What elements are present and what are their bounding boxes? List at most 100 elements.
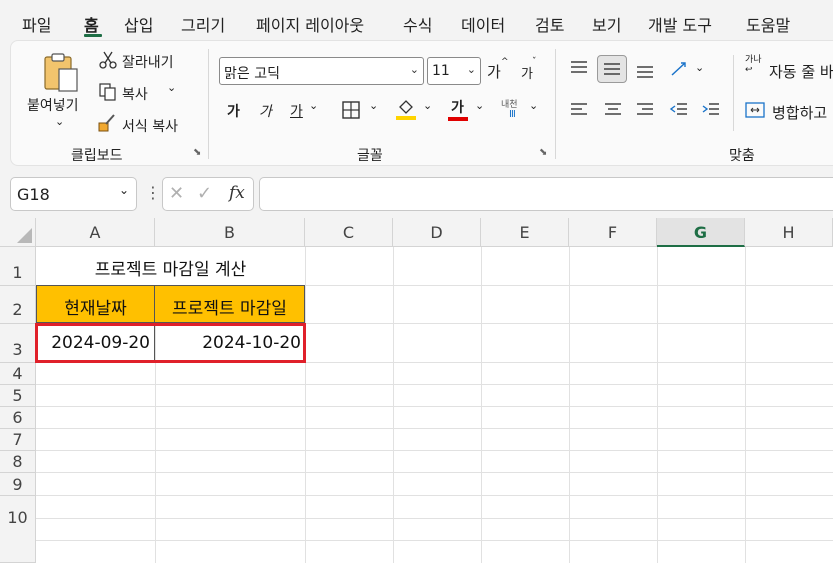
row-header-3[interactable]: 3 xyxy=(0,324,36,363)
column-header-h[interactable]: H xyxy=(745,218,833,247)
italic-button[interactable]: 가 xyxy=(259,101,272,121)
font-name-dropdown[interactable]: 맑은 고딕 ⌄ xyxy=(219,57,424,85)
align-left-icon[interactable] xyxy=(569,101,589,119)
wrap-text-icon[interactable]: 가나 ↩ xyxy=(745,55,762,75)
separator xyxy=(733,55,734,131)
clipboard-group-label: 클립보드 xyxy=(71,148,123,164)
header-project-deadline: 프로젝트 마감일 xyxy=(172,299,287,319)
font-size-value: 11 xyxy=(432,63,450,79)
insert-function-button[interactable]: fx xyxy=(229,183,245,203)
format-painter-button[interactable]: 서식 복사 xyxy=(122,116,178,136)
name-box[interactable]: G18 ⌄ xyxy=(10,177,137,211)
row-header-6[interactable]: 6 xyxy=(0,407,36,429)
column-header-g[interactable]: G xyxy=(657,218,745,247)
menu-draw[interactable]: 그리기 xyxy=(181,12,225,36)
paste-icon[interactable] xyxy=(39,51,83,95)
font-color-button[interactable]: 가 xyxy=(451,97,464,117)
menu-file[interactable]: 파일 xyxy=(22,12,51,36)
font-group-label: 글꼴 xyxy=(357,148,383,164)
orientation-dropdown-icon[interactable]: ⌄ xyxy=(695,61,704,74)
orientation-icon[interactable] xyxy=(669,59,691,79)
align-center-icon[interactable] xyxy=(603,101,623,119)
column-header-b[interactable]: B xyxy=(155,218,305,247)
menu-home[interactable]: 홈 xyxy=(84,12,99,36)
cancel-icon[interactable]: ✕ xyxy=(169,183,184,204)
menu-help[interactable]: 도움말 xyxy=(746,12,790,36)
caret-up-icon: ^ xyxy=(501,57,509,67)
wrap-text-button[interactable]: 자동 줄 바 xyxy=(769,61,833,82)
gridline xyxy=(36,472,833,473)
gridline xyxy=(36,495,833,496)
font-launcher-icon[interactable]: ⬊ xyxy=(539,147,547,158)
gridline xyxy=(305,247,306,563)
borders-dropdown-icon[interactable]: ⌄ xyxy=(369,99,378,112)
select-all-corner[interactable] xyxy=(0,218,36,247)
paste-button[interactable]: 붙여넣기 xyxy=(27,95,79,115)
separator xyxy=(208,49,209,159)
borders-icon[interactable] xyxy=(341,100,361,120)
menu-review[interactable]: 검토 xyxy=(535,12,564,36)
cell-a2[interactable]: 현재날짜 xyxy=(36,285,155,323)
column-header-d[interactable]: D xyxy=(393,218,481,247)
menu-bar: 파일 홈 삽입 그리기 페이지 레이아웃 수식 데이터 검토 보기 개발 도구 … xyxy=(0,0,833,40)
underline-button[interactable]: 가 xyxy=(290,101,303,121)
align-middle-icon[interactable] xyxy=(597,55,627,83)
separator xyxy=(555,49,556,159)
menu-page-layout[interactable]: 페이지 레이아웃 xyxy=(256,12,364,36)
column-header-f[interactable]: F xyxy=(569,218,657,247)
gridline xyxy=(393,247,394,563)
formula-input[interactable] xyxy=(259,177,833,211)
gridline xyxy=(36,384,833,385)
copy-dropdown-icon[interactable]: ⌄ xyxy=(167,81,176,94)
menu-formulas[interactable]: 수식 xyxy=(403,12,432,36)
menu-data[interactable]: 데이터 xyxy=(461,12,505,36)
phonetic-dropdown-icon[interactable]: ⌄ xyxy=(529,99,538,112)
fill-color-icon[interactable] xyxy=(395,97,417,121)
sheet-title: 프로젝트 마감일 계산 xyxy=(94,260,247,280)
menu-developer[interactable]: 개발 도구 xyxy=(648,12,712,36)
align-bottom-icon[interactable] xyxy=(635,59,655,79)
format-painter-icon[interactable] xyxy=(97,113,117,133)
font-size-dropdown[interactable]: 11 ⌄ xyxy=(427,57,481,85)
ribbon: 붙여넣기 ⌄ 잘라내기 복사 ⌄ 서식 복사 클립보드 ⬊ 맑은 고딕 ⌄ 11… xyxy=(10,40,833,166)
row-header-5[interactable]: 5 xyxy=(0,385,36,407)
merge-center-icon[interactable] xyxy=(745,101,765,119)
menu-insert[interactable]: 삽입 xyxy=(124,12,153,36)
row-header-2[interactable]: 2 xyxy=(0,286,36,324)
column-header-c[interactable]: C xyxy=(305,218,393,247)
clipboard-launcher-icon[interactable]: ⬊ xyxy=(193,147,201,158)
row-header-8[interactable]: 8 xyxy=(0,451,36,473)
menu-view[interactable]: 보기 xyxy=(592,12,621,36)
fill-color-dropdown-icon[interactable]: ⌄ xyxy=(423,99,432,112)
grow-font-button[interactable]: 가 xyxy=(487,61,501,82)
chevron-down-icon: ⌄ xyxy=(466,63,476,76)
font-color-dropdown-icon[interactable]: ⌄ xyxy=(475,99,484,112)
paste-dropdown-icon[interactable]: ⌄ xyxy=(55,115,64,128)
copy-icon[interactable] xyxy=(99,83,117,101)
column-header-e[interactable]: E xyxy=(481,218,569,247)
more-options-icon[interactable]: ⋮ xyxy=(145,183,161,202)
cut-button[interactable]: 잘라내기 xyxy=(122,52,174,72)
formula-tools: ✕ ✓ fx xyxy=(162,177,254,211)
bold-button[interactable]: 가 xyxy=(227,101,240,121)
column-header-a[interactable]: A xyxy=(36,218,155,247)
active-tab-indicator xyxy=(84,34,102,37)
scissors-icon[interactable] xyxy=(99,51,117,69)
underline-dropdown-icon[interactable]: ⌄ xyxy=(309,99,318,112)
cell-b2[interactable]: 프로젝트 마감일 xyxy=(154,285,305,323)
row-header-4[interactable]: 4 xyxy=(0,363,36,385)
copy-button[interactable]: 복사 xyxy=(122,84,148,104)
decrease-indent-icon[interactable] xyxy=(669,101,689,119)
cell-a1-b1[interactable]: 프로젝트 마감일 계산 xyxy=(36,247,305,285)
gridline xyxy=(745,247,746,563)
align-top-icon[interactable] xyxy=(569,59,589,77)
enter-check-icon[interactable]: ✓ xyxy=(197,183,212,204)
increase-indent-icon[interactable] xyxy=(701,101,721,119)
row-header-7[interactable]: 7 xyxy=(0,429,36,451)
row-header-1[interactable]: 1 xyxy=(0,247,36,286)
row-header-9[interactable]: 9 xyxy=(0,473,36,496)
row-header-10[interactable]: 10 xyxy=(0,496,36,563)
merge-center-button[interactable]: 병합하고 xyxy=(772,102,827,123)
align-right-icon[interactable] xyxy=(635,101,655,119)
chevron-down-icon[interactable]: ⌄ xyxy=(119,183,129,197)
